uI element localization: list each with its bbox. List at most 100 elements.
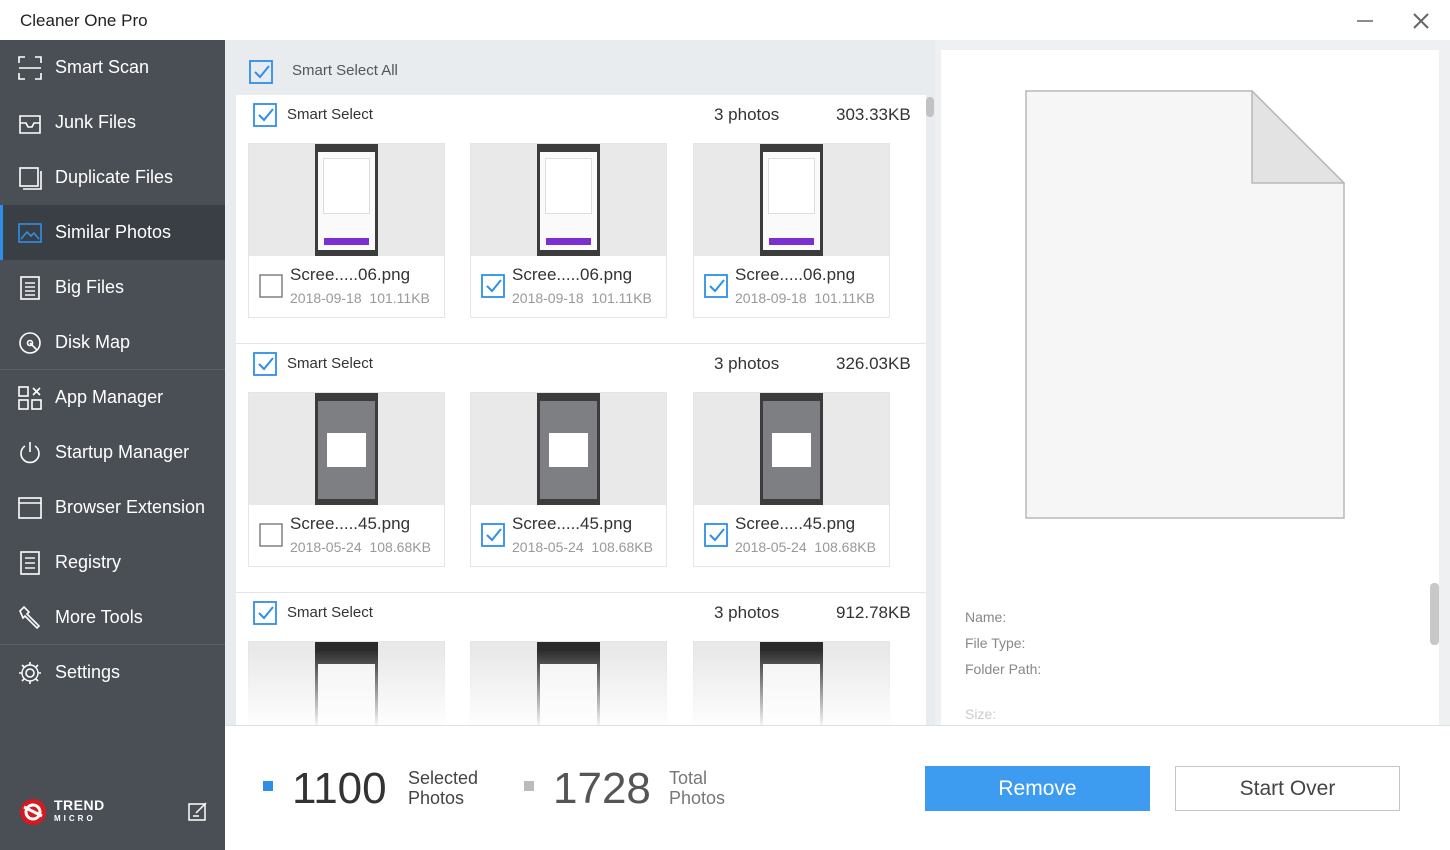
selected-label: Selected Photos [408, 768, 479, 808]
photo-thumbnail[interactable] [471, 144, 666, 256]
close-button[interactable] [1404, 6, 1438, 36]
photo-meta: 2018-09-18 101.11KB [512, 290, 652, 306]
sidebar-item-settings[interactable]: Settings [0, 645, 225, 700]
group-photo-count: 3 photos [714, 354, 780, 373]
disk-icon [19, 332, 41, 354]
trend-micro-icon [20, 799, 46, 825]
preview-panel [941, 50, 1439, 725]
sidebar-item-big-files[interactable]: Big Files [0, 260, 225, 315]
smart-select-checkbox[interactable] [253, 103, 277, 127]
photo-checkbox[interactable] [259, 274, 283, 298]
sidebar-item-label: Startup Manager [55, 442, 190, 462]
file-type-label: File Type: [965, 635, 1026, 651]
photo-card[interactable] [693, 641, 890, 725]
smart-select-all-checkbox[interactable] [249, 60, 273, 84]
apps-icon [18, 386, 42, 410]
folder-path-label: Folder Path: [965, 661, 1042, 677]
photo-card[interactable]: Scree.....06.png 2018-09-18 101.11KB [693, 143, 890, 318]
selected-count: 1100 [292, 764, 387, 813]
minimize-icon [1357, 20, 1373, 22]
sidebar-item-more-tools[interactable]: More Tools [0, 590, 225, 645]
photo-filename: Scree.....06.png [735, 265, 856, 284]
sidebar-item-label: Smart Scan [55, 57, 150, 77]
photo-filename: Scree.....45.png [735, 514, 856, 533]
photo-meta: 2018-09-18 101.11KB [290, 290, 430, 306]
sidebar-item-label: Disk Map [55, 332, 131, 352]
gear-icon [19, 662, 41, 684]
photo-thumbnail[interactable] [694, 393, 889, 505]
photo-group: Smart Select 3 photos 303.33KB Scree....… [236, 95, 926, 344]
remove-button[interactable]: Remove [925, 766, 1150, 811]
smart-select-all-label: Smart Select All [292, 62, 398, 79]
photo-card[interactable]: Scree.....06.png 2018-09-18 101.11KB [470, 143, 667, 318]
total-label: Total Photos [669, 768, 726, 808]
preview-scrollbar[interactable] [1430, 583, 1439, 645]
photo-groups: Smart Select 3 photos 303.33KB Scree....… [236, 95, 926, 725]
group-photo-count: 3 photos [714, 105, 780, 124]
photo-filename: Scree.....45.png [512, 514, 633, 533]
minimize-button[interactable] [1348, 6, 1382, 36]
size-label: Size: [965, 706, 997, 722]
name-label: Name: [965, 609, 1007, 625]
sidebar-item-label: Registry [55, 552, 122, 572]
photo-meta: 2018-05-24 108.68KB [290, 539, 431, 555]
brand-line2: MICRO [54, 814, 96, 823]
group-size: 303.33KB [836, 105, 911, 124]
sidebar-item-app-manager[interactable]: App Manager [0, 370, 225, 425]
photo-thumbnail[interactable] [249, 144, 444, 256]
smart-select-checkbox[interactable] [253, 601, 277, 625]
power-icon [20, 442, 40, 464]
feedback-icon[interactable] [187, 800, 209, 822]
group-header: Smart Select 3 photos 326.03KB [236, 344, 926, 384]
photo-checkbox[interactable] [259, 523, 283, 547]
photo-thumbnail[interactable] [694, 144, 889, 256]
photo-thumbnail[interactable] [249, 642, 444, 725]
photo-card[interactable] [248, 641, 445, 725]
photo-card[interactable]: Scree.....45.png 2018-05-24 108.68KB [470, 392, 667, 567]
sidebar-item-junk-files[interactable]: Junk Files [0, 95, 225, 150]
sidebar-item-similar-photos[interactable]: Similar Photos [0, 205, 225, 260]
close-icon [1413, 13, 1429, 29]
big-file-icon [20, 276, 40, 300]
photo-thumbnail[interactable] [471, 393, 666, 505]
list-scrollbar[interactable] [926, 97, 934, 117]
group-size: 326.03KB [836, 354, 911, 373]
photo-checkbox[interactable] [704, 274, 728, 298]
browser-icon [18, 497, 42, 519]
group-photo-count: 3 photos [714, 603, 780, 622]
sidebar-item-duplicate-files[interactable]: Duplicate Files [0, 150, 225, 205]
photo-thumbnail[interactable] [471, 642, 666, 725]
group-header: Smart Select 3 photos 303.33KB [236, 95, 926, 135]
photo-card[interactable] [470, 641, 667, 725]
photo-thumbnail[interactable] [694, 642, 889, 725]
photo-checkbox[interactable] [704, 523, 728, 547]
photo-meta: 2018-05-24 108.68KB [735, 539, 876, 555]
smart-select-checkbox[interactable] [253, 352, 277, 376]
sidebar-item-label: Similar Photos [55, 222, 172, 242]
photo-checkbox[interactable] [481, 274, 505, 298]
photo-card[interactable]: Scree.....45.png 2018-05-24 108.68KB [693, 392, 890, 567]
photo-filename: Scree.....06.png [512, 265, 633, 284]
sidebar-item-label: App Manager [55, 387, 164, 407]
file-placeholder-icon [1025, 90, 1345, 519]
sidebar-item-startup-manager[interactable]: Startup Manager [0, 425, 225, 480]
start-over-button[interactable]: Start Over [1175, 766, 1400, 811]
photo-card[interactable]: Scree.....06.png 2018-09-18 101.11KB [248, 143, 445, 318]
total-indicator [524, 781, 534, 791]
sidebar-item-label: Settings [55, 662, 121, 682]
photo-card[interactable]: Scree.....45.png 2018-05-24 108.68KB [248, 392, 445, 567]
group-header: Smart Select 3 photos 912.78KB [236, 593, 926, 633]
sidebar-item-registry[interactable]: Registry [0, 535, 225, 590]
photo-group: Smart Select 3 photos 326.03KB Scree....… [236, 344, 926, 593]
sidebar-item-browser-extension[interactable]: Browser Extension [0, 480, 225, 535]
photo-meta: 2018-09-18 101.11KB [735, 290, 875, 306]
photo-thumbnail[interactable] [249, 393, 444, 505]
photo-meta: 2018-05-24 108.68KB [512, 539, 653, 555]
photo-checkbox[interactable] [481, 523, 505, 547]
group-size: 912.78KB [836, 603, 911, 622]
duplicate-icon [19, 167, 42, 190]
sidebar-item-smart-scan[interactable]: Smart Scan [0, 40, 225, 95]
sidebar-item-label: Browser Extension [55, 497, 206, 517]
sidebar-item-disk-map[interactable]: Disk Map [0, 315, 225, 370]
smart-select-all-bar: Smart Select All [236, 50, 926, 95]
